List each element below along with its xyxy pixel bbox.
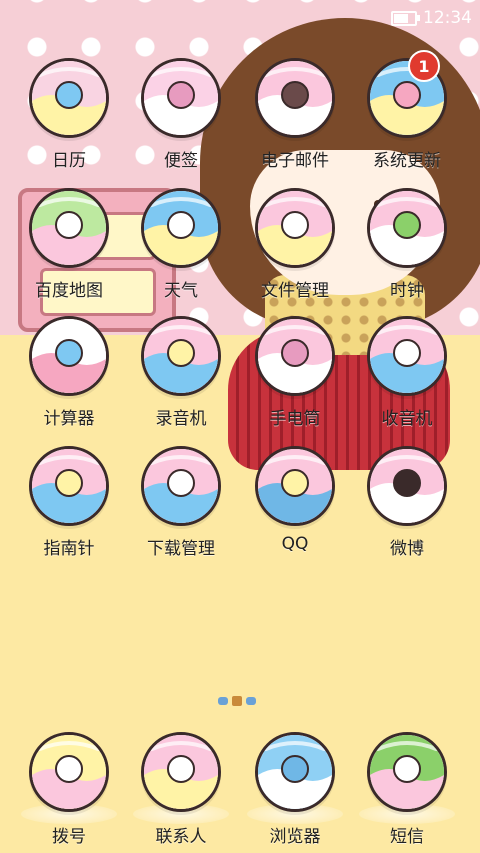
app-label: 百度地图 [35, 281, 103, 301]
app-label: 手电筒 [269, 409, 321, 429]
message-bubble-icon[interactable] [367, 732, 447, 812]
contact-card-icon[interactable] [141, 732, 221, 812]
app-label: 文件管理 [261, 281, 329, 301]
microphone-icon[interactable] [141, 316, 221, 396]
app-recorder[interactable]: 录音机 [126, 316, 236, 429]
app-label: 浏览器 [269, 827, 321, 847]
app-calculator[interactable]: 计算器 [14, 316, 124, 429]
page-dot[interactable] [218, 697, 228, 705]
app-label: 短信 [390, 827, 424, 847]
app-label: 日历 [52, 151, 86, 171]
app-label: 系统更新 [373, 151, 441, 171]
app-label: 便签 [164, 151, 198, 171]
app-files[interactable]: 文件管理 [240, 188, 350, 301]
radio-icon[interactable] [367, 316, 447, 396]
page-dot[interactable] [246, 697, 256, 705]
flashlight-icon[interactable] [255, 316, 335, 396]
app-weibo[interactable]: 微博 [352, 446, 462, 559]
app-label: 时钟 [390, 281, 424, 301]
app-label: 收音机 [381, 409, 433, 429]
app-dialer[interactable]: 拨号 [14, 732, 124, 847]
alarm-clock-icon[interactable] [367, 188, 447, 268]
page-indicator [218, 696, 256, 706]
memo-pencil-icon[interactable] [141, 58, 221, 138]
app-clock[interactable]: 时钟 [352, 188, 462, 301]
app-update[interactable]: 1 系统更新 [352, 50, 462, 171]
status-bar: 12:34 [391, 6, 472, 30]
status-clock: 12:34 [423, 8, 472, 28]
app-downloads[interactable]: 下载管理 [126, 446, 236, 559]
download-cloud-icon[interactable] [141, 446, 221, 526]
browser-e-icon[interactable] [255, 732, 335, 812]
car-map-icon[interactable] [29, 188, 109, 268]
page-dot-current[interactable] [232, 696, 242, 706]
calendar-icon[interactable] [29, 58, 109, 138]
battery-icon [391, 10, 420, 26]
app-sms[interactable]: 短信 [352, 732, 462, 847]
notification-badge: 1 [408, 50, 440, 82]
app-label: 计算器 [43, 409, 95, 429]
app-label: 下载管理 [147, 539, 215, 559]
penguin-icon[interactable] [255, 446, 335, 526]
app-label: 拨号 [52, 827, 86, 847]
app-weather[interactable]: 天气 [126, 188, 236, 301]
app-compass[interactable]: 指南针 [14, 446, 124, 559]
folder-cake-icon[interactable] [255, 188, 335, 268]
app-label: 微博 [390, 539, 424, 559]
app-label: 录音机 [155, 409, 207, 429]
app-browser[interactable]: 浏览器 [240, 732, 350, 847]
envelope-icon[interactable] [255, 58, 335, 138]
calculator-icon[interactable] [29, 316, 109, 396]
telephone-icon[interactable] [29, 732, 109, 812]
app-label: 联系人 [155, 827, 207, 847]
app-qq[interactable]: QQ [240, 446, 350, 554]
sun-cloud-icon[interactable] [141, 188, 221, 268]
app-contacts[interactable]: 联系人 [126, 732, 236, 847]
app-radio[interactable]: 收音机 [352, 316, 462, 429]
app-email[interactable]: 电子邮件 [240, 58, 350, 171]
app-label: 电子邮件 [261, 151, 329, 171]
app-calendar[interactable]: 日历 [14, 58, 124, 171]
app-flashlight[interactable]: 手电筒 [240, 316, 350, 429]
app-label: 天气 [164, 281, 198, 301]
app-label: 指南针 [43, 539, 95, 559]
compass-icon[interactable] [29, 446, 109, 526]
app-baidumap[interactable]: 百度地图 [14, 188, 124, 301]
eye-weibo-icon[interactable] [367, 446, 447, 526]
app-notes[interactable]: 便签 [126, 58, 236, 171]
app-label: QQ [281, 534, 309, 554]
